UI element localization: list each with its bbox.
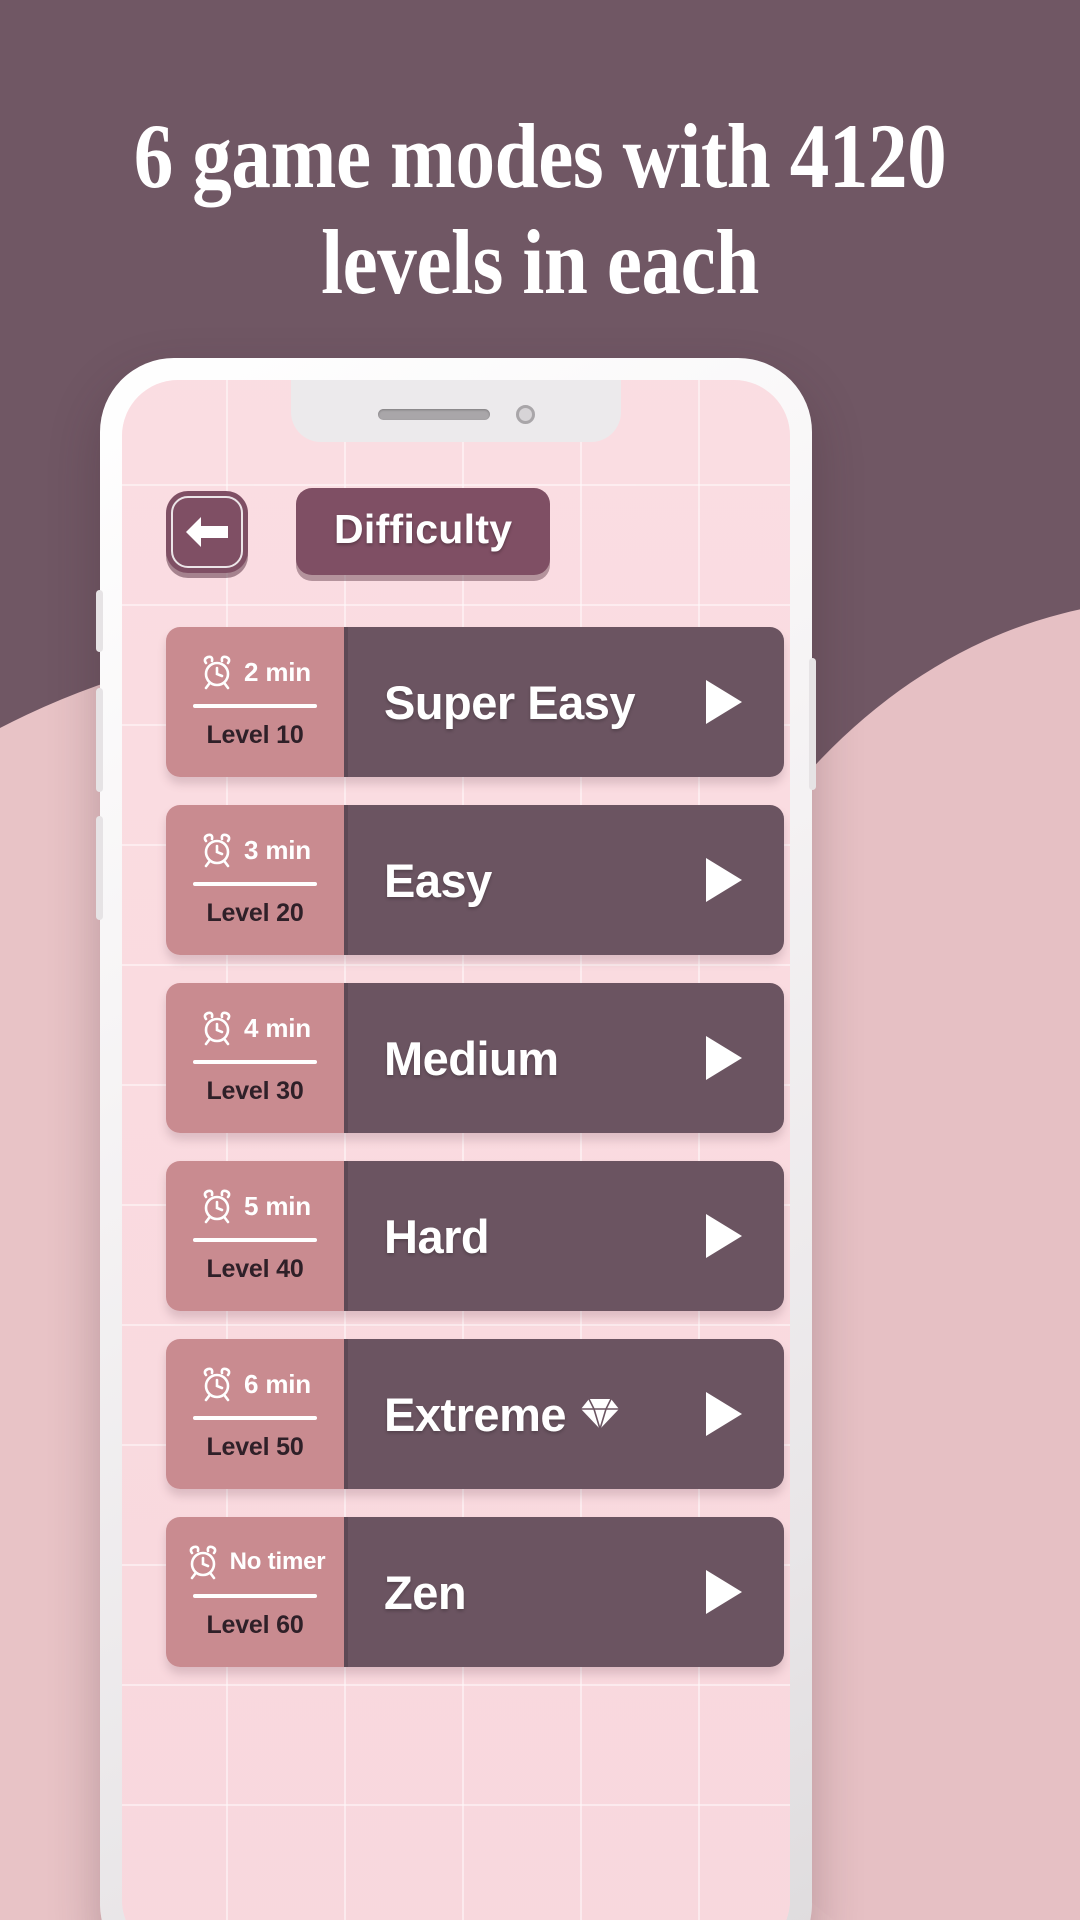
arrow-left-icon [186,516,228,547]
difficulty-row[interactable]: 6 min Level 50 Extreme [166,1339,784,1489]
row-timer-label: No timer [229,1548,326,1575]
row-timer-line: 3 min [172,832,338,868]
row-panel[interactable]: Easy [348,805,784,955]
row-panel[interactable]: Hard [348,1161,784,1311]
row-timer-line: 4 min [172,1010,338,1046]
headline-line-2: levels in each [321,211,759,313]
row-mode-name: Hard [384,1209,490,1263]
row-mode-name: Extreme [384,1387,567,1441]
row-mode-name: Easy [384,853,492,907]
row-timer-chip: 5 min Level 40 [166,1161,348,1311]
row-mode-name: Medium [384,1031,559,1085]
page-title: Difficulty [296,488,551,575]
phone-volume-down-button [96,816,103,920]
row-timer-chip: 4 min Level 30 [166,983,348,1133]
phone-notch [291,380,621,442]
front-camera-icon [515,404,535,424]
row-timer-chip: 6 min Level 50 [166,1339,348,1489]
phone-volume-up-button [96,688,103,792]
alarm-clock-icon [203,655,231,690]
alarm-clock-icon [203,833,231,868]
row-mode-name: Super Easy [384,675,636,729]
row-timer-chip: No timer Level 60 [166,1517,348,1667]
row-divider [193,1060,317,1064]
row-divider [193,1416,317,1420]
play-icon[interactable] [702,677,744,727]
app-topbar: Difficulty [122,468,790,575]
row-mode-name: Zen [384,1565,467,1619]
difficulty-row[interactable]: 3 min Level 20 Easy [166,805,784,955]
row-timer-chip: 3 min Level 20 [166,805,348,955]
row-timer-label: 5 min [244,1190,311,1221]
row-timer-label: 6 min [244,1368,311,1399]
play-icon[interactable] [702,855,744,905]
play-icon[interactable] [702,1389,744,1439]
play-icon[interactable] [702,1211,744,1261]
row-level-label: Level 60 [206,1611,304,1639]
alarm-clock-icon [203,1367,231,1402]
row-divider [193,704,317,708]
difficulty-list: 2 min Level 10 Super Easy 3 min Level 20… [122,627,790,1667]
row-timer-line: 5 min [172,1188,338,1224]
phone-mute-switch [96,590,103,652]
difficulty-row[interactable]: 4 min Level 30 Medium [166,983,784,1133]
play-icon[interactable] [702,1033,744,1083]
row-level-label: Level 30 [206,1077,304,1105]
row-timer-label: 4 min [244,1012,311,1043]
row-divider [193,882,317,886]
phone-screen: Difficulty 2 min Level 10 Super Easy 3 m… [122,380,790,1920]
row-panel[interactable]: Extreme [348,1339,784,1489]
phone-power-button [809,658,816,790]
row-timer-line: 6 min [172,1366,338,1402]
row-divider [193,1238,317,1242]
row-mode-name-wrap: Extreme [384,1387,620,1442]
row-divider [193,1594,317,1598]
play-icon[interactable] [702,1567,744,1617]
phone-mockup: Difficulty 2 min Level 10 Super Easy 3 m… [96,358,816,1920]
difficulty-row[interactable]: No timer Level 60 Zen [166,1517,784,1667]
gem-icon [581,1398,619,1431]
alarm-clock-icon [203,1189,231,1224]
promo-screenshot: 6 game modes with 4120 levels in each Di… [0,0,1080,1920]
row-timer-label: 3 min [244,834,311,865]
row-level-label: Level 10 [206,721,304,749]
alarm-clock-icon [189,1545,217,1580]
difficulty-row[interactable]: 2 min Level 10 Super Easy [166,627,784,777]
app-content: Difficulty 2 min Level 10 Super Easy 3 m… [122,380,790,1920]
row-timer-label: 2 min [244,656,311,687]
row-level-label: Level 40 [206,1255,304,1283]
row-panel[interactable]: Zen [348,1517,784,1667]
promo-headline: 6 game modes with 4120 levels in each [76,110,1005,308]
row-level-label: Level 20 [206,899,304,927]
row-level-label: Level 50 [206,1433,304,1461]
headline-line-1: 6 game modes with 4120 [133,105,947,207]
difficulty-row[interactable]: 5 min Level 40 Hard [166,1161,784,1311]
row-timer-line: 2 min [172,654,338,690]
alarm-clock-icon [203,1011,231,1046]
back-button[interactable] [166,490,248,573]
row-timer-line: No timer [172,1544,338,1580]
speaker-grille-icon [377,408,490,420]
row-panel[interactable]: Super Easy [348,627,784,777]
row-panel[interactable]: Medium [348,983,784,1133]
row-timer-chip: 2 min Level 10 [166,627,348,777]
